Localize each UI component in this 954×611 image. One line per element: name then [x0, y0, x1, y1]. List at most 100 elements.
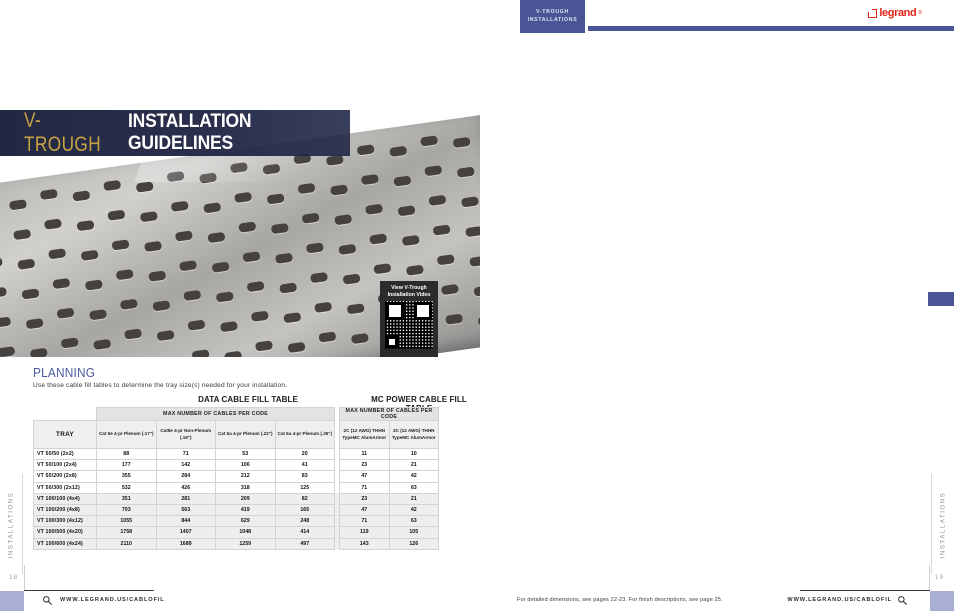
magnifier-icon [897, 595, 908, 606]
table-row: VT 50/300 (2x12) 532 426 318 125 71 63 [33, 481, 440, 494]
data-span-header: MAX NUMBER OF CABLES PER CODE [95, 407, 336, 421]
table-cell-value: 63 [388, 481, 440, 494]
mc-span-header: MAX NUMBER OF CABLES PER CODE [339, 407, 440, 421]
table-cell-value: 105 [388, 526, 440, 539]
table-cell-value: 248 [274, 515, 336, 528]
left-page: V-TROUGH INSTALLATION GUIDELINES View V-… [0, 0, 480, 611]
table-row: VT 100/100 (4x4) 351 281 209 82 23 21 [33, 492, 440, 505]
cable-fill-table: MAX NUMBER OF CABLES PER CODE MAX NUMBER… [33, 407, 440, 550]
table-cell-value: 119 [339, 526, 390, 539]
right-page-number: 19 [934, 574, 944, 581]
table-cell-value: 21 [388, 492, 440, 505]
table-cell-value: 209 [215, 492, 276, 505]
table-cell-value: 1758 [96, 526, 157, 539]
qr-code-icon[interactable] [385, 300, 433, 349]
table-cell-value: 41 [274, 459, 336, 472]
qr-caption-line1: View V-Trough [391, 285, 427, 291]
hero-title-prefix: V-TROUGH [24, 109, 102, 156]
data-cable-fill-table-title: DATA CABLE FILL TABLE [198, 395, 298, 404]
right-footer-url[interactable]: WWW.LEGRAND.US/CABLOFIL [787, 597, 892, 603]
qr-caption-line2: Installation Video [387, 292, 431, 299]
table-cell-value: 2110 [96, 537, 157, 550]
table-cell-value: 10 [388, 447, 440, 461]
left-side-tab: INSTALLATIONS [3, 480, 19, 570]
right-footer-note: For detailed dimensions, see pages 22-23… [517, 597, 723, 603]
right-footer: 19 For detailed dimensions, see pages 22… [480, 565, 954, 611]
table-cell-value: 532 [96, 481, 157, 494]
header-blue-rule [588, 26, 954, 31]
table-cell-tray: VT 100/300 (4x12) [33, 515, 97, 528]
table-cell-value: 126 [388, 537, 440, 550]
hero-title-band: V-TROUGH INSTALLATION GUIDELINES [0, 109, 350, 156]
legrand-trademark: ® [918, 10, 922, 16]
table-cell-value: 21 [388, 459, 440, 472]
section-tab-line1: V-TROUGH [536, 9, 569, 15]
table-titles: DATA CABLE FILL TABLE MC POWER CABLE FIL… [33, 395, 467, 413]
table-cell-value: 23 [339, 492, 390, 505]
table-cell-tray: VT 100/500 (4x20) [33, 526, 97, 539]
right-side-tab-label: INSTALLATIONS [940, 491, 946, 559]
right-side-divider [931, 474, 932, 574]
table-cell-value: 71 [339, 515, 390, 528]
tray-column-header: TRAY [33, 420, 97, 449]
table-cell-value: 125 [274, 481, 336, 494]
table-cell-value: 212 [215, 470, 276, 483]
planning-heading: PLANNING [33, 366, 96, 380]
qr-video-callout[interactable]: View V-Trough Installation Video [380, 281, 438, 357]
table-cell-tray: VT 100/200 (4x8) [33, 503, 97, 517]
right-page: V-TROUGH INSTALLATIONS legrand ® CUTTING… [480, 0, 954, 611]
table-cell-value: 47 [339, 503, 390, 517]
column-header-cat5e-nonplenum: Cat5e 4-pr Non-Plenum (.19") [155, 420, 216, 449]
right-side-tab: INSTALLATIONS [935, 480, 951, 570]
table-row: VT 50/200 (2x8) 355 284 212 83 47 42 [33, 470, 440, 483]
left-side-divider [22, 474, 23, 574]
table-cell-value: 42 [388, 503, 440, 517]
left-footer-blue-square [0, 591, 24, 611]
table-cell-value: 106 [215, 459, 276, 472]
table-cell-value: 318 [215, 481, 276, 494]
planning-intro: Use these cable fill tables to determine… [33, 382, 288, 389]
table-cell-value: 142 [155, 459, 216, 472]
right-footer-vertical-rule [929, 565, 930, 590]
spacer-cell [33, 407, 97, 421]
column-header-mc-3c: 3C (12 AWG) THHN TypeMC AlumArmor [388, 420, 440, 449]
table-cell-value: 426 [155, 481, 216, 494]
planning-section: PLANNING Use these cable fill tables to … [33, 366, 438, 389]
table-row: VT 100/600 (4x24) 2110 1689 1259 497 143 126 [33, 537, 440, 550]
table-cell-value: 71 [155, 447, 216, 461]
column-header-cat6a-plenum-22: Cat 6a 4-pr Plenum (.22") [215, 420, 276, 449]
table-cell-value: 177 [96, 459, 157, 472]
table-cell-tray: VT 50/200 (2x8) [33, 470, 97, 483]
right-footer-blue-square [930, 591, 954, 611]
column-header-cat5e-plenum: Cat 5e 4-pr Plenum (.17") [96, 420, 157, 449]
table-cell-value: 351 [96, 492, 157, 505]
right-footer-rule [800, 590, 930, 592]
table-cell-value: 88 [96, 447, 157, 461]
right-edge-blue-chip [928, 292, 954, 306]
table-cell-value: 63 [388, 515, 440, 528]
legrand-wordmark: legrand [879, 7, 917, 19]
table-cell-value: 1048 [215, 526, 276, 539]
table-column-header-row: TRAY Cat 5e 4-pr Plenum (.17") Cat5e 4-p… [33, 420, 440, 449]
table-cell-tray: VT 100/600 (4x24) [33, 537, 97, 550]
table-cell-tray: VT 50/100 (2x4) [33, 459, 97, 472]
table-cell-value: 1055 [96, 515, 157, 528]
table-cell-value: 284 [155, 470, 216, 483]
cable-fill-table-body: VT 50/50 (2x2) 88 71 53 20 11 10 VT 50/100 (2x4… [33, 447, 440, 550]
left-footer: 18 WWW.LEGRAND.US/CABLOFIL [0, 565, 480, 611]
table-cell-value: 71 [339, 481, 390, 494]
table-cell-value: 497 [274, 537, 336, 550]
table-cell-value: 355 [96, 470, 157, 483]
table-cell-value: 844 [155, 515, 216, 528]
table-row: VT 50/50 (2x2) 88 71 53 20 11 10 [33, 447, 440, 461]
left-footer-url[interactable]: WWW.LEGRAND.US/CABLOFIL [60, 597, 165, 603]
table-row: VT 100/300 (4x12) 1055 844 629 248 71 63 [33, 515, 440, 528]
table-cell-value: 414 [274, 526, 336, 539]
table-row: VT 100/200 (4x8) 703 563 419 165 47 42 [33, 503, 440, 517]
table-cell-value: 1689 [155, 537, 216, 550]
table-cell-value: 20 [274, 447, 336, 461]
left-footer-vertical-rule [24, 565, 25, 590]
column-header-mc-2c: 2C (12 AWG) THHN TypeMC AlumArmor [339, 420, 390, 449]
magnifier-icon [42, 595, 53, 606]
table-cell-tray: VT 50/300 (2x12) [33, 481, 97, 494]
